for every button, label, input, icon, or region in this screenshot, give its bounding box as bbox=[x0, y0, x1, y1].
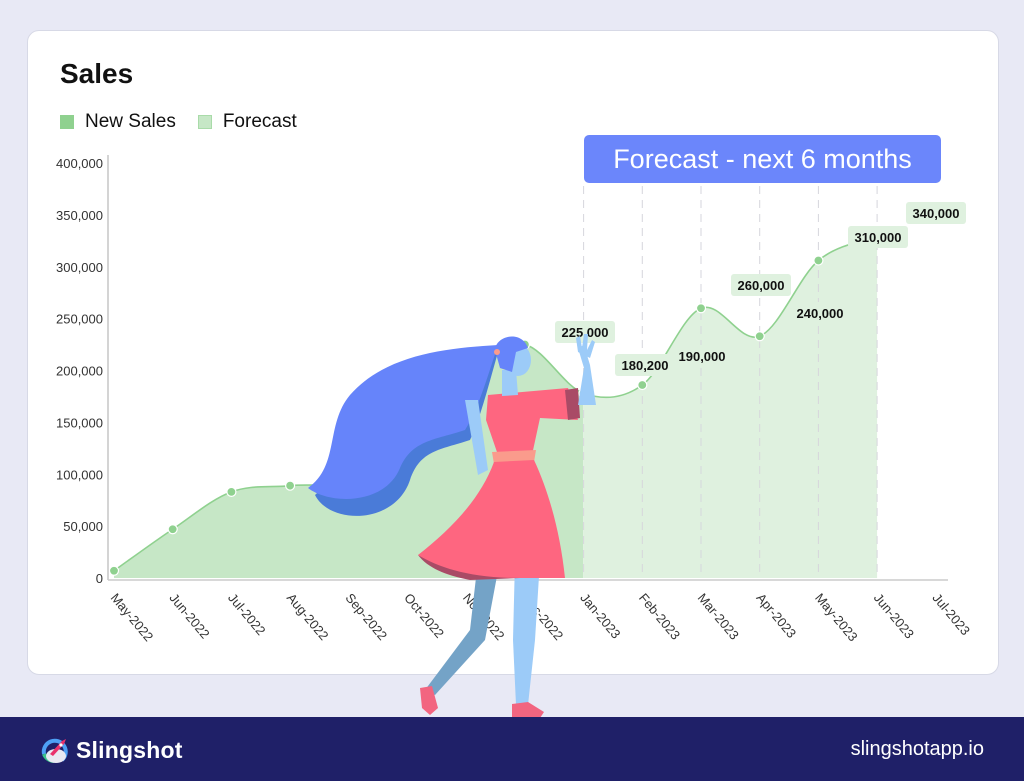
data-point bbox=[813, 255, 824, 266]
x-tick-label: Jun-2022 bbox=[166, 590, 212, 641]
x-tick-label: Feb-2023 bbox=[636, 590, 683, 642]
data-label: 240,000 bbox=[797, 306, 844, 321]
slingshot-logo[interactable]: Slingshot bbox=[40, 736, 183, 764]
x-tick-label: Jul-2022 bbox=[225, 590, 269, 638]
y-tick-label: 150,000 bbox=[56, 415, 103, 430]
data-label: 190,000 bbox=[679, 349, 726, 364]
x-tick-label: Sep-2022 bbox=[343, 590, 391, 643]
data-label: 260,000 bbox=[738, 278, 785, 293]
x-tick-label: Jul-2023 bbox=[930, 590, 974, 638]
data-label: 180,200 bbox=[622, 358, 669, 373]
brand-name: Slingshot bbox=[76, 736, 183, 763]
y-tick-label: 200,000 bbox=[56, 364, 103, 379]
data-point bbox=[108, 565, 120, 576]
sales-chart: 0 50,000 100,000 150,000 200,000 250,000 300,0… bbox=[56, 155, 974, 644]
x-tick-label: May-2023 bbox=[812, 590, 861, 644]
x-tick-label: Oct-2022 bbox=[401, 590, 447, 641]
data-label: 340,000 bbox=[913, 206, 960, 221]
y-tick-label: 250,000 bbox=[56, 312, 103, 327]
data-point bbox=[754, 331, 765, 342]
data-point bbox=[637, 379, 648, 391]
x-tick-label: May-2022 bbox=[108, 590, 157, 644]
data-point bbox=[695, 303, 707, 314]
data-point bbox=[402, 427, 413, 438]
x-tick-label: Apr-2023 bbox=[753, 590, 799, 641]
site-link[interactable]: slingshotapp.io bbox=[851, 738, 984, 761]
x-tick-label: Nov-2022 bbox=[460, 590, 508, 643]
y-tick-label: 400,000 bbox=[56, 156, 103, 171]
data-point bbox=[578, 388, 589, 399]
y-tick-label: 50,000 bbox=[63, 519, 103, 534]
data-label: 225,000 bbox=[562, 325, 609, 340]
x-tick-label: Mar-2023 bbox=[695, 590, 742, 642]
data-point bbox=[285, 480, 296, 491]
footer: Slingshot slingshotapp.io bbox=[0, 717, 1024, 781]
data-point bbox=[461, 360, 472, 371]
data-label: 310,000 bbox=[855, 230, 902, 245]
forecast-banner: Forecast - next 6 months bbox=[584, 135, 941, 183]
data-point bbox=[343, 474, 354, 485]
y-tick-label: 300,000 bbox=[56, 260, 103, 275]
x-tick-label: Jan-2023 bbox=[577, 590, 623, 641]
x-tick-label: Jun-2023 bbox=[871, 590, 917, 641]
data-point bbox=[519, 339, 531, 350]
y-tick-label: 100,000 bbox=[56, 467, 103, 482]
x-tick-label: Dec-2022 bbox=[519, 590, 567, 643]
y-tick-label: 350,000 bbox=[56, 208, 103, 223]
slingshot-rocket-icon bbox=[41, 738, 68, 763]
data-point bbox=[167, 524, 178, 535]
data-point bbox=[226, 486, 237, 497]
x-tick-label: Aug-2022 bbox=[284, 590, 332, 643]
y-tick-label: 0 bbox=[96, 571, 103, 586]
